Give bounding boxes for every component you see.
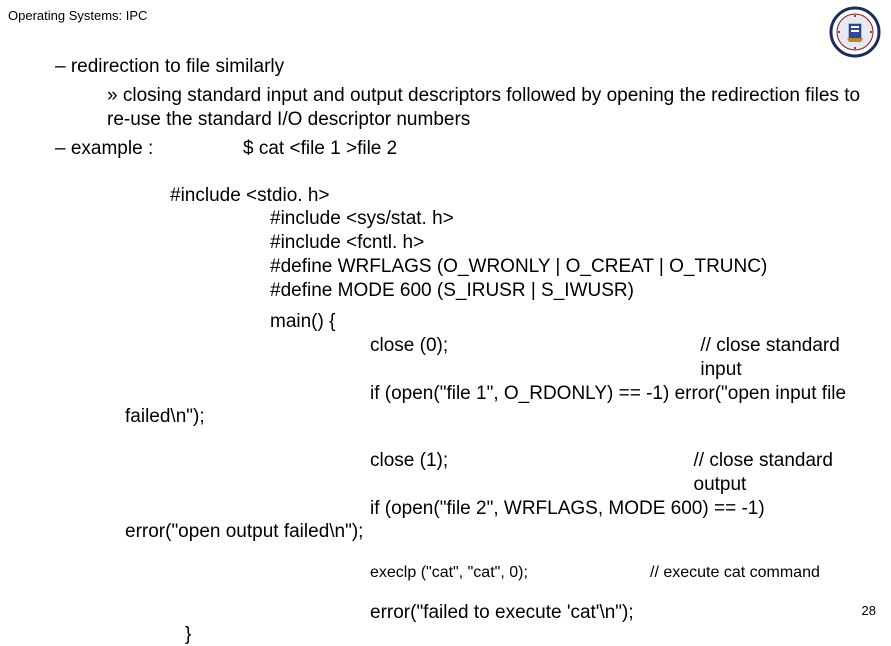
sub-bullet-description: » closing standard input and output desc… <box>107 84 871 132</box>
code-close1: close (1); <box>370 449 694 497</box>
code-close1-comment: // close standard output <box>694 449 872 497</box>
code-define-wrflags: #define WRFLAGS (O_WRONLY | O_CREAT | O_… <box>270 255 871 279</box>
code-open-file1: if (open("file 1", O_RDONLY) == -1) erro… <box>370 382 846 406</box>
code-error-final: error("failed to execute 'cat'\n"); <box>370 602 871 624</box>
code-failed-continuation: failed\n"); <box>125 405 871 429</box>
code-execlp: execlp ("cat", "cat", 0); <box>370 564 650 582</box>
university-crest-icon <box>829 6 881 58</box>
page-number: 28 <box>862 603 876 618</box>
code-block: #include <stdio. h> #include <sys/stat. … <box>170 184 871 406</box>
code-include-fcntl: #include <fcntl. h> <box>270 231 871 255</box>
code-close0: close (0); <box>370 334 700 382</box>
example-command: $ cat <file 1 >file 2 <box>243 138 397 160</box>
example-label: – example : <box>55 138 243 160</box>
code-block-2: close (1); // close standard output if (… <box>170 449 871 520</box>
code-error-output: error("open output failed\n"); <box>125 520 871 544</box>
code-close0-comment: // close standard input <box>700 334 871 382</box>
header-text: Operating Systems: IPC <box>8 8 147 23</box>
code-define-mode: #define MODE 600 (S_IRUSR | S_IWUSR) <box>270 279 871 303</box>
code-open-file2: if (open("file 2", WRFLAGS, MODE 600) ==… <box>370 497 765 521</box>
code-close-brace: } <box>185 624 871 646</box>
slide-content: – redirection to file similarly » closin… <box>55 56 871 646</box>
code-include-stdio: #include <stdio. h> <box>170 184 871 208</box>
code-exec-comment: // execute cat command <box>650 564 820 582</box>
code-include-sysstat: #include <sys/stat. h> <box>270 207 871 231</box>
code-main: main() { <box>270 310 871 334</box>
bullet-redirection: – redirection to file similarly <box>55 56 871 78</box>
